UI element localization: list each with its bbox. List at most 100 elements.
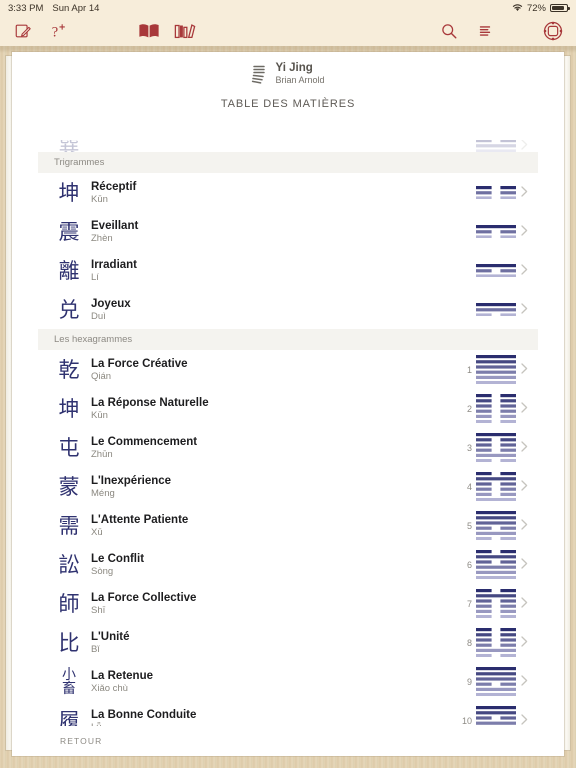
item-french-name: Irradiant xyxy=(91,258,138,271)
item-french-name: L'Inexpérience xyxy=(91,474,172,487)
item-pinyin-name: Sòng xyxy=(91,565,114,577)
status-bar-left: 3:33 PM Sun Apr 14 xyxy=(8,3,99,14)
search-icon[interactable] xyxy=(438,20,460,42)
trigram-row[interactable]: 離 Irradiant Lí xyxy=(38,251,538,290)
compose-icon[interactable] xyxy=(12,20,34,42)
item-number: 4 xyxy=(466,481,472,492)
chevron-right-icon xyxy=(516,263,532,278)
item-names: L'Attente Patiente Xū xyxy=(84,513,456,539)
hexagram-row[interactable]: 師 La Force Collective Shī 7 xyxy=(38,584,538,623)
book-header: Yi Jing Brian Arnold TABLE DES MATIÈRES xyxy=(12,52,564,110)
item-pinyin-name: Qián xyxy=(91,370,112,382)
coin-icon[interactable] xyxy=(542,20,564,42)
wifi-icon xyxy=(512,3,523,14)
chevron-right-icon xyxy=(516,596,532,611)
chevron-right-icon xyxy=(516,518,532,533)
trigram-lines xyxy=(476,185,516,200)
item-names: La Réponse Naturelle Kūn xyxy=(84,396,456,422)
item-pinyin-name: Xiǎo chù xyxy=(91,682,128,694)
item-number: 3 xyxy=(466,442,472,453)
item-names: L'Inexpérience Méng xyxy=(84,474,456,500)
item-pinyin-name: Kūn xyxy=(91,193,108,205)
hexagram-lines xyxy=(476,393,516,424)
battery-percent: 72% xyxy=(526,2,546,14)
hexagram-row[interactable]: 乾 La Force Créative Qián 1 xyxy=(38,350,538,389)
item-french-name: La Force Créative xyxy=(91,357,188,370)
hexagram-row[interactable]: 履La Bonne ConduiteLǚ 10 xyxy=(38,701,538,726)
battery-icon xyxy=(550,3,570,13)
question-mark-plus-icon[interactable]: ? xyxy=(48,20,70,42)
toc-heading: TABLE DES MATIÈRES xyxy=(220,98,356,110)
item-number: 1 xyxy=(466,364,472,375)
item-french-name: La Retenue xyxy=(91,669,153,682)
chevron-right-icon xyxy=(516,140,532,152)
item-names: Irradiant Lí xyxy=(84,258,456,284)
item-pinyin-name: Méng xyxy=(91,487,115,499)
hexagram-row[interactable]: 小畜 La Retenue Xiǎo chù 9 xyxy=(38,662,538,701)
hexagram-row[interactable]: 蒙 L'Inexpérience Méng 4 xyxy=(38,467,538,506)
status-date: Sun Apr 14 xyxy=(52,2,100,14)
toc-list[interactable]: 巽 Trigrammes 坤 Réceptif Kūn 震 Eveillant Zhèn 離 Ir… xyxy=(38,140,538,726)
hexagram-glyph: 比 xyxy=(58,630,80,655)
app-toolbar: ? xyxy=(0,16,576,46)
item-french-name: Le Commencement xyxy=(91,435,198,448)
book-stage: Yi Jing Brian Arnold TABLE DES MATIÈRES … xyxy=(0,46,576,768)
item-names: La Bonne ConduiteLǚ xyxy=(84,708,456,727)
chevron-right-icon xyxy=(516,635,532,650)
hexagram-lines xyxy=(476,705,516,726)
hexagram-glyph: 坤 xyxy=(58,396,80,421)
item-pinyin-name: Kūn xyxy=(91,409,108,421)
toolbar-right-group xyxy=(438,20,564,42)
hexagram-glyph: 小畜 xyxy=(62,666,76,697)
hexagram-glyph: 訟 xyxy=(58,552,80,577)
item-french-name: L'Unité xyxy=(91,630,130,643)
hexagram-glyph: 需 xyxy=(58,513,80,538)
section-header: Les hexagrammes xyxy=(38,329,538,350)
item-pinyin-name: Shī xyxy=(91,604,106,616)
item-french-name: Réceptif xyxy=(91,180,137,193)
hexagram-row[interactable]: 比 L'Unité Bǐ 8 xyxy=(38,623,538,662)
chevron-right-icon xyxy=(516,713,532,727)
item-names: Eveillant Zhèn xyxy=(84,219,456,245)
chevron-right-icon xyxy=(516,302,532,317)
open-book-icon[interactable] xyxy=(138,20,160,42)
item-number: 9 xyxy=(466,676,472,687)
hexagram-row[interactable]: 訟 Le Conflit Sòng 6 xyxy=(38,545,538,584)
hexagram-lines xyxy=(476,432,516,463)
svg-text:?: ? xyxy=(52,24,58,40)
item-pinyin-name: Zhèn xyxy=(91,232,113,244)
book-page: Yi Jing Brian Arnold TABLE DES MATIÈRES … xyxy=(12,52,564,756)
item-french-name: Le Conflit xyxy=(91,552,145,565)
item-pinyin-name: Zhūn xyxy=(91,448,113,460)
hexagram-row[interactable]: 坤 La Réponse Naturelle Kūn 2 xyxy=(38,389,538,428)
hexagram-row[interactable]: 屯 Le Commencement Zhūn 3 xyxy=(38,428,538,467)
hexagram-glyph: 師 xyxy=(58,591,80,616)
chevron-right-icon xyxy=(516,557,532,572)
trigram-row[interactable]: 兑 Joyeux Duì xyxy=(38,290,538,329)
item-french-name: Eveillant xyxy=(91,219,139,232)
chevron-right-icon xyxy=(516,440,532,455)
chevron-right-icon xyxy=(516,224,532,239)
back-button[interactable]: RETOUR xyxy=(12,736,102,746)
trigram-row[interactable]: 坤 Réceptif Kūn xyxy=(38,173,538,212)
hexagram-lines xyxy=(476,666,516,697)
hexagram-row[interactable]: 需 L'Attente Patiente Xū 5 xyxy=(38,506,538,545)
trigram-row[interactable]: 震 Eveillant Zhèn xyxy=(38,212,538,251)
hexagram-glyph: 乾 xyxy=(58,357,80,382)
item-pinyin-name: Duì xyxy=(91,310,106,322)
trigram-lines xyxy=(476,140,516,152)
list-menu-icon[interactable] xyxy=(474,20,496,42)
hexagram-glyph: 蒙 xyxy=(58,474,80,499)
page-footer: RETOUR xyxy=(12,726,564,756)
item-number: 10 xyxy=(461,715,472,726)
trigram-glyph: 坤 xyxy=(58,180,80,205)
item-names: Le Conflit Sòng xyxy=(84,552,456,578)
item-french-name: La Bonne Conduite xyxy=(91,708,197,721)
status-time: 3:33 PM xyxy=(8,2,44,14)
item-names: La Force Créative Qián xyxy=(84,357,456,383)
item-names: Le Commencement Zhūn xyxy=(84,435,456,461)
list-item-partial[interactable]: 巽 xyxy=(38,140,538,152)
hexagram-lines xyxy=(476,471,516,502)
bookshelf-icon[interactable] xyxy=(174,20,196,42)
item-number: 6 xyxy=(466,559,472,570)
